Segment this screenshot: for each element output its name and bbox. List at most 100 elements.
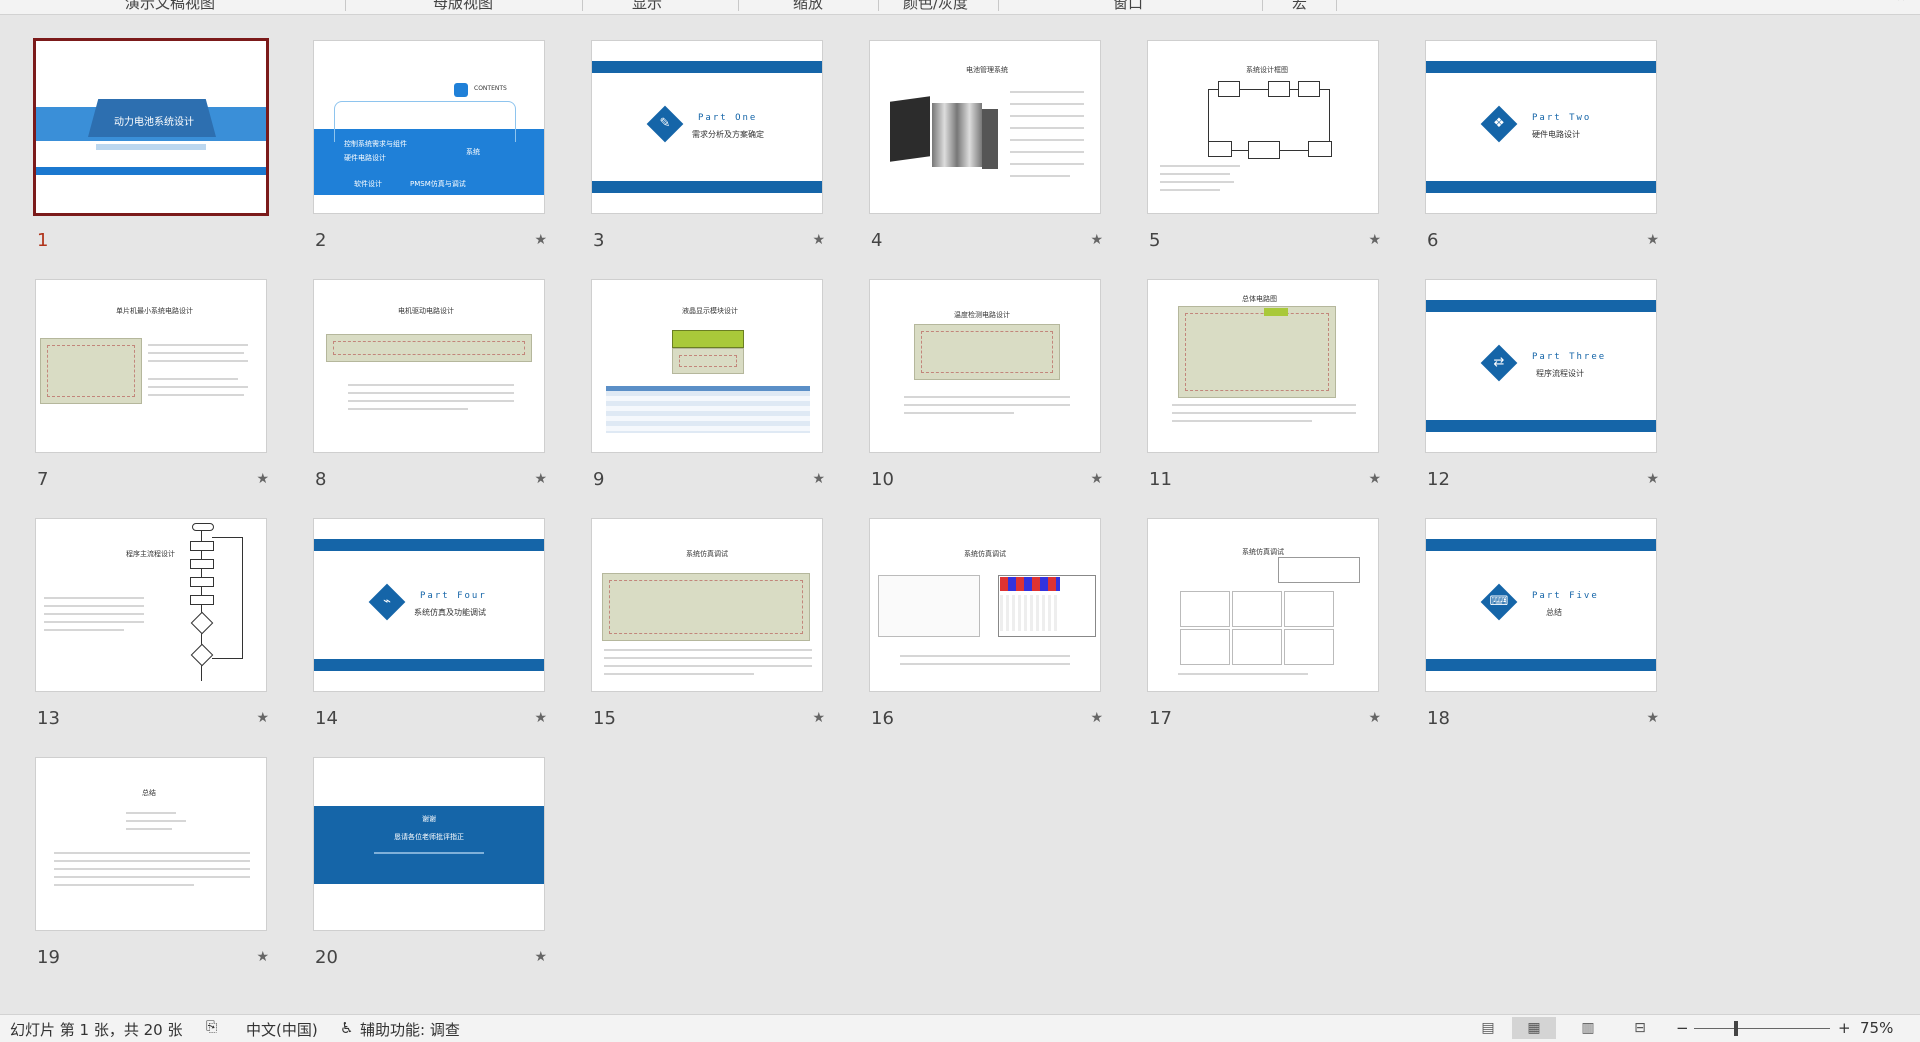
slide-thumbnail-13[interactable]: 程序主流程设计 13 ★	[35, 518, 269, 729]
slide-preview: 系统设计框图	[1147, 40, 1379, 214]
slide-preview: CONTENTS 控制系统需求与组件 硬件电路设计 系统 软件设计 PMSM仿真…	[313, 40, 545, 214]
language-status[interactable]: 中文(中国)	[246, 1019, 318, 1040]
group-window[interactable]: 窗口	[1113, 0, 1143, 13]
slide-thumbnail-4[interactable]: 电池管理系统 4 ★	[869, 40, 1103, 251]
ribbon-separator	[1262, 0, 1263, 11]
transition-star-icon[interactable]: ★	[1368, 471, 1381, 487]
slide-show-icon[interactable]: ⊟	[1626, 1017, 1654, 1039]
transition-star-icon[interactable]: ★	[256, 471, 269, 487]
transition-star-icon[interactable]: ★	[1646, 232, 1659, 248]
slide-preview: 谢谢 恳请各位老师批评指正	[313, 757, 545, 931]
zoom-in-icon[interactable]: +	[1838, 1019, 1851, 1037]
transition-star-icon[interactable]: ★	[534, 471, 547, 487]
slide-title: 单片机最小系统电路设计	[116, 307, 193, 315]
accessibility-icon[interactable]: ♿	[340, 1019, 353, 1037]
slide-thumbnail-18[interactable]: ⌨ Part Five 总结 18 ★	[1425, 518, 1659, 729]
slide-number: 3	[593, 230, 605, 251]
zoom-level[interactable]: 75%	[1860, 1019, 1893, 1037]
reading-view-icon[interactable]: ▥	[1574, 1017, 1602, 1039]
transition-star-icon[interactable]: ★	[812, 710, 825, 726]
group-master-views[interactable]: 母版视图	[433, 0, 493, 13]
slide-thumbnail-11[interactable]: 总体电路图 11 ★	[1147, 279, 1381, 490]
slide-preview: 液晶显示模块设计	[591, 279, 823, 453]
transition-star-icon[interactable]: ★	[1368, 232, 1381, 248]
slide-number: 16	[871, 708, 894, 729]
group-zoom[interactable]: 缩放	[793, 0, 823, 13]
transition-star-icon[interactable]: ★	[812, 232, 825, 248]
slide-thumbnail-6[interactable]: ❖ Part Two 硬件电路设计 6 ★	[1425, 40, 1659, 251]
slide-title: 系统仿真调试	[1242, 548, 1284, 556]
slide-thumbnail-14[interactable]: ⌁ Part Four 系统仿真及功能调试 14 ★	[313, 518, 547, 729]
slide-number: 20	[315, 947, 338, 968]
transition-star-icon[interactable]: ★	[534, 710, 547, 726]
part-subtitle: 硬件电路设计	[1532, 130, 1580, 139]
normal-view-icon[interactable]: ▤	[1474, 1017, 1502, 1039]
transition-star-icon[interactable]: ★	[1646, 471, 1659, 487]
collapse-icon[interactable]: ⌃	[1895, 0, 1908, 12]
slide-number: 11	[1149, 469, 1172, 490]
slide-thumbnail-17[interactable]: 系统仿真调试 17 ★	[1147, 518, 1381, 729]
slide-thumbnail-3[interactable]: ✎ Part One 需求分析及方案确定 3 ★	[591, 40, 825, 251]
slide-thumbnail-12[interactable]: ⇄ Part Three 程序流程设计 12 ★	[1425, 279, 1659, 490]
group-presentation-views[interactable]: 演示文稿视图	[125, 0, 215, 13]
transition-star-icon[interactable]: ★	[256, 710, 269, 726]
ribbon-separator	[582, 0, 583, 11]
slide-thumbnail-7[interactable]: 单片机最小系统电路设计 7 ★	[35, 279, 269, 490]
transition-star-icon[interactable]: ★	[1646, 710, 1659, 726]
zoom-out-icon[interactable]: −	[1676, 1019, 1689, 1037]
transition-star-icon[interactable]: ★	[256, 949, 269, 965]
zoom-slider-track[interactable]	[1694, 1028, 1830, 1029]
slide-number: 6	[1427, 230, 1439, 251]
slide-number: 7	[37, 469, 49, 490]
slide-thumbnail-8[interactable]: 电机驱动电路设计 8 ★	[313, 279, 547, 490]
transition-star-icon[interactable]: ★	[1090, 232, 1103, 248]
slide-number: 17	[1149, 708, 1172, 729]
slide-thumbnail-19[interactable]: 总结 19 ★	[35, 757, 269, 968]
transition-star-icon[interactable]: ★	[534, 949, 547, 965]
slide-preview: 动力电池系统设计	[33, 38, 269, 216]
ribbon-separator	[345, 0, 346, 11]
slide-number: 18	[1427, 708, 1450, 729]
transition-star-icon[interactable]: ★	[1090, 471, 1103, 487]
slide-thumbnail-2[interactable]: CONTENTS 控制系统需求与组件 硬件电路设计 系统 软件设计 PMSM仿真…	[313, 40, 547, 251]
slide-number: 8	[315, 469, 327, 490]
slide-title: 动力电池系统设计	[114, 117, 194, 128]
slide-thumbnail-16[interactable]: 系统仿真调试 16 ★	[869, 518, 1103, 729]
contents-label: CONTENTS	[474, 85, 507, 92]
part-subtitle: 程序流程设计	[1536, 369, 1584, 378]
transition-star-icon[interactable]: ★	[812, 471, 825, 487]
group-show[interactable]: 显示	[632, 0, 662, 13]
slide-preview: 系统仿真调试	[869, 518, 1101, 692]
slide-preview: ⌨ Part Five 总结	[1425, 518, 1657, 692]
slide-thumbnail-20[interactable]: 谢谢 恳请各位老师批评指正 20 ★	[313, 757, 547, 968]
part-label: Part One	[698, 113, 758, 123]
slide-number: 5	[1149, 230, 1161, 251]
slide-number: 13	[37, 708, 60, 729]
transition-star-icon[interactable]: ★	[1090, 710, 1103, 726]
notes-icon[interactable]: ⎘	[206, 1019, 217, 1035]
contents-item: 控制系统需求与组件	[344, 140, 407, 148]
group-macros[interactable]: 宏	[1292, 0, 1307, 13]
slide-number: 4	[871, 230, 883, 251]
group-color-grayscale[interactable]: 颜色/灰度	[903, 0, 968, 13]
slide-sorter: 动力电池系统设计 1 CONTENTS 控制系统需求与组件 硬件电路设计 系统 …	[0, 15, 1920, 1015]
accessibility-status[interactable]: 辅助功能: 调查	[360, 1019, 460, 1040]
slide-preview: 单片机最小系统电路设计	[35, 279, 267, 453]
contents-item: 硬件电路设计	[344, 154, 386, 162]
ribbon-separator	[1336, 0, 1337, 11]
transition-star-icon[interactable]: ★	[1368, 710, 1381, 726]
slide-thumbnail-10[interactable]: 温度检测电路设计 10 ★	[869, 279, 1103, 490]
slide-preview: 电池管理系统	[869, 40, 1101, 214]
slide-thumbnail-9[interactable]: 液晶显示模块设计 9 ★	[591, 279, 825, 490]
contents-item: PMSM仿真与调试	[410, 180, 466, 188]
part-label: Part Five	[1532, 591, 1599, 601]
slide-thumbnail-5[interactable]: 系统设计框图 5 ★	[1147, 40, 1381, 251]
slide-thumbnail-15[interactable]: 系统仿真调试 15 ★	[591, 518, 825, 729]
slide-number: 15	[593, 708, 616, 729]
slide-number: 9	[593, 469, 605, 490]
slide-title: 系统仿真调试	[686, 550, 728, 558]
slide-thumbnail-1[interactable]: 动力电池系统设计 1	[33, 38, 269, 251]
zoom-slider-thumb[interactable]	[1734, 1021, 1738, 1036]
slide-sorter-view-icon[interactable]: ▦	[1512, 1017, 1556, 1039]
transition-star-icon[interactable]: ★	[534, 232, 547, 248]
